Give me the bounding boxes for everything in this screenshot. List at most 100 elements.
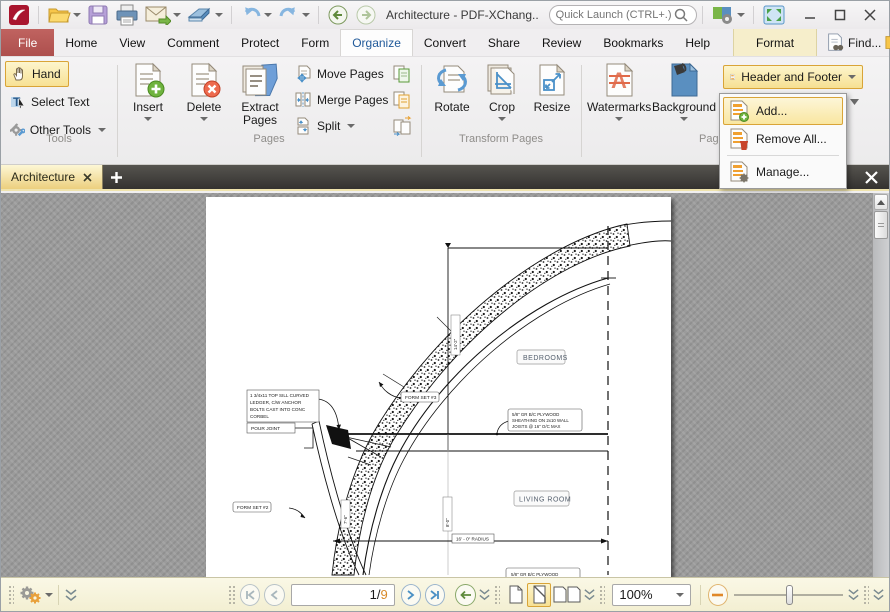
fit-page-layout-button[interactable] xyxy=(527,583,551,607)
new-tab-button[interactable] xyxy=(103,165,129,189)
status-options-button[interactable] xyxy=(17,584,53,606)
tab-help[interactable]: Help xyxy=(674,29,721,56)
open-button[interactable] xyxy=(44,3,84,27)
back-button[interactable] xyxy=(324,3,352,27)
undo-caret-icon[interactable] xyxy=(264,13,272,17)
duplicate-pages-button[interactable] xyxy=(387,61,417,87)
ui-options-caret-icon[interactable] xyxy=(737,13,745,17)
last-page-button[interactable] xyxy=(425,584,445,606)
header-and-footer-button[interactable]: Header and Footer xyxy=(723,65,863,89)
replace-pages-button[interactable] xyxy=(387,87,417,113)
single-page-layout-button[interactable] xyxy=(503,583,527,607)
document-tab-label[interactable]: Architecture xyxy=(11,170,75,184)
zoom-slider[interactable] xyxy=(734,584,843,606)
menu-item-add[interactable]: Add... xyxy=(723,97,843,125)
tab-view[interactable]: View xyxy=(108,29,156,56)
view-history-expand-button[interactable] xyxy=(478,588,491,601)
background-button[interactable]: Background xyxy=(651,61,717,121)
redo-caret-icon[interactable] xyxy=(302,13,310,17)
toolbar-grip[interactable] xyxy=(494,585,500,605)
email-caret-icon[interactable] xyxy=(173,13,181,17)
tab-format[interactable]: Format xyxy=(733,29,817,56)
quick-launch[interactable] xyxy=(549,5,697,25)
toolbar-grip[interactable] xyxy=(863,585,869,605)
zoom-slider-thumb[interactable] xyxy=(786,585,793,605)
tab-file[interactable]: File xyxy=(1,29,54,56)
find-document-icon[interactable] xyxy=(825,33,845,53)
hand-tool-button[interactable]: Hand xyxy=(5,61,69,87)
zoom-out-button[interactable] xyxy=(708,584,728,606)
open-caret-icon[interactable] xyxy=(73,13,81,17)
tab-home[interactable]: Home xyxy=(54,29,108,56)
header-and-footer-caret-icon xyxy=(848,75,856,79)
scan-button[interactable] xyxy=(184,3,226,27)
expand-toolbar-button[interactable] xyxy=(64,588,78,602)
search-folder-icon[interactable] xyxy=(884,33,890,53)
print-button[interactable] xyxy=(112,3,142,27)
select-text-button[interactable]: T Select Text xyxy=(5,89,97,115)
toolbar-grip[interactable] xyxy=(599,585,605,605)
first-page-button[interactable] xyxy=(240,584,260,606)
menu-item-remove-all[interactable]: Remove All... xyxy=(723,125,843,153)
zoom-expand-button[interactable] xyxy=(847,588,860,601)
tab-share[interactable]: Share xyxy=(477,29,531,56)
merge-pages-button[interactable]: Merge Pages xyxy=(289,87,393,113)
tab-protect[interactable]: Protect xyxy=(230,29,290,56)
document-viewport[interactable]: 1 3/4x11 TOP SILL CURVED LEDGER, C/W ANC… xyxy=(1,193,889,579)
delete-pages-button[interactable]: Delete xyxy=(177,61,231,121)
fullscreen-button[interactable] xyxy=(759,3,789,27)
tab-comment[interactable]: Comment xyxy=(156,29,230,56)
delete-caret-icon xyxy=(200,117,208,121)
document-tab-close-icon[interactable] xyxy=(83,173,92,182)
document-tab-architecture[interactable]: Architecture xyxy=(1,165,103,189)
close-button[interactable] xyxy=(855,4,885,26)
tab-convert[interactable]: Convert xyxy=(413,29,477,56)
zoom-value: 100% xyxy=(619,587,652,602)
minimize-button[interactable] xyxy=(795,4,825,26)
toolbar-grip[interactable] xyxy=(8,585,14,605)
pdf-page[interactable]: 1 3/4x11 TOP SILL CURVED LEDGER, C/W ANC… xyxy=(206,197,671,579)
close-document-pane-button[interactable] xyxy=(857,165,885,189)
menu-item-manage[interactable]: Manage... xyxy=(723,158,843,186)
forward-button[interactable] xyxy=(352,3,380,27)
ui-options-button[interactable] xyxy=(708,3,748,27)
scan-caret-icon[interactable] xyxy=(215,13,223,17)
extract-pages-button[interactable]: ExtractPages xyxy=(233,61,287,127)
vertical-scrollbar[interactable] xyxy=(872,193,889,579)
save-button[interactable] xyxy=(84,3,112,27)
resize-button[interactable]: Resize xyxy=(525,61,579,114)
two-page-layout-button[interactable] xyxy=(551,583,582,607)
watermarks-button[interactable]: A Watermarks xyxy=(587,61,651,121)
statusbar-overflow-button[interactable] xyxy=(872,588,885,601)
rotate-button[interactable]: Rotate xyxy=(425,61,479,114)
undo-button[interactable] xyxy=(237,3,275,27)
redo-button[interactable] xyxy=(275,3,313,27)
hidden-control-caret-icon[interactable] xyxy=(850,99,859,105)
toolbar-grip[interactable] xyxy=(228,585,234,605)
page-number-input[interactable]: 1/9 xyxy=(291,584,395,606)
scrollbar-thumb[interactable] xyxy=(874,211,888,239)
maximize-button[interactable] xyxy=(825,4,855,26)
search-icon[interactable] xyxy=(674,8,688,22)
move-pages-button[interactable]: Move Pages xyxy=(289,61,393,87)
menu-divider xyxy=(727,155,839,156)
previous-view-button[interactable] xyxy=(455,584,475,606)
layout-expand-button[interactable] xyxy=(583,588,596,601)
status-options-caret-icon[interactable] xyxy=(45,593,53,597)
zoom-level-select[interactable]: 100% xyxy=(612,584,690,606)
quick-launch-input[interactable] xyxy=(556,9,674,21)
status-bar: 1/9 100% xyxy=(1,577,889,611)
next-page-button[interactable] xyxy=(401,584,421,606)
tab-form[interactable]: Form xyxy=(290,29,340,56)
crop-button[interactable]: Crop xyxy=(475,61,529,121)
tab-organize[interactable]: Organize xyxy=(340,29,413,56)
app-window: Architecture - PDF-XChang.. File Home Vi… xyxy=(0,0,890,612)
tab-review[interactable]: Review xyxy=(531,29,592,56)
tab-bookmarks[interactable]: Bookmarks xyxy=(592,29,674,56)
find-button[interactable]: Find... xyxy=(825,29,890,56)
email-button[interactable] xyxy=(142,3,184,27)
previous-page-button[interactable] xyxy=(264,584,284,606)
scroll-up-button[interactable] xyxy=(874,194,888,210)
insert-pages-button[interactable]: Insert xyxy=(121,61,175,121)
find-label[interactable]: Find... xyxy=(848,36,881,50)
